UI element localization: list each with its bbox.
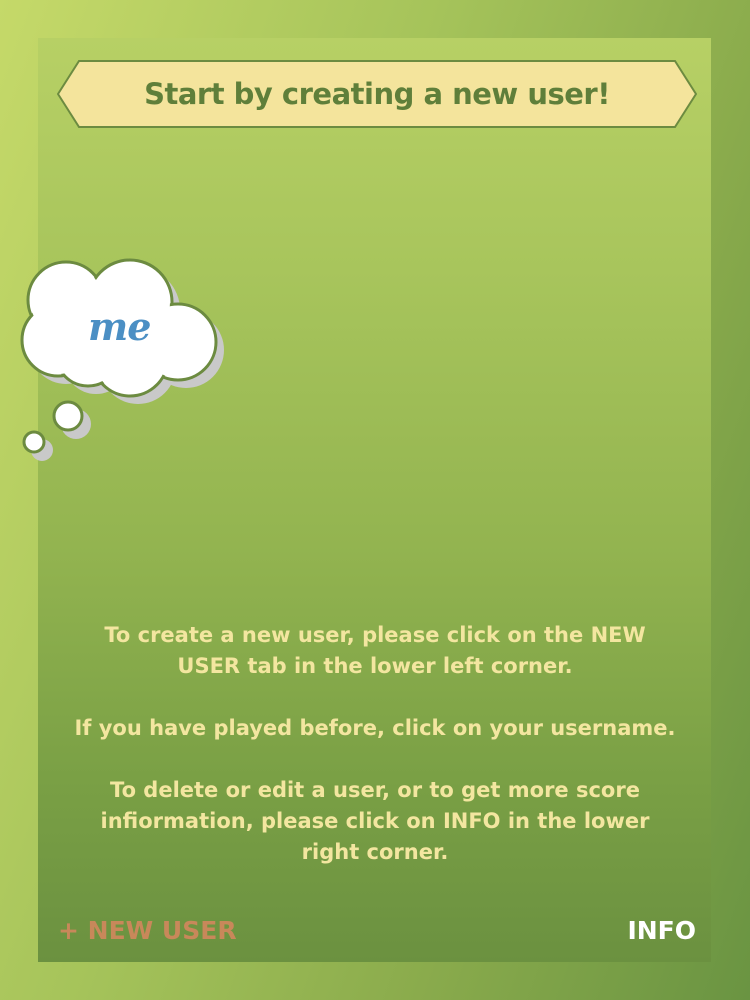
- thought-bubble-icon: [20, 258, 224, 461]
- new-user-tab[interactable]: + NEW USER: [58, 916, 237, 945]
- page-title: Start by creating a new user!: [144, 77, 610, 111]
- title-banner: Start by creating a new user!: [57, 60, 697, 128]
- instruction-returning-user: If you have played before, click on your…: [74, 716, 676, 740]
- instruction-new-user: To create a new user, please click on th…: [104, 623, 646, 678]
- cloud-word: me: [88, 304, 151, 349]
- instructions: To create a new user, please click on th…: [60, 620, 690, 899]
- instruction-info: To delete or edit a user, or to get more…: [100, 778, 650, 864]
- info-tab[interactable]: INFO: [627, 916, 696, 945]
